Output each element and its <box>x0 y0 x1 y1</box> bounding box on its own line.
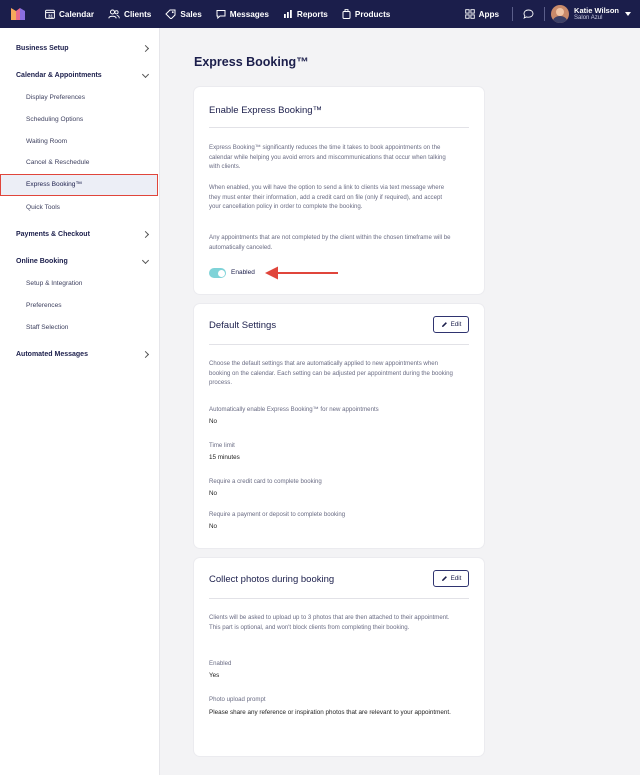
card-title: Enable Express Booking™ <box>209 105 323 116</box>
pencil-icon <box>441 322 447 327</box>
description-text: Choose the default settings that are aut… <box>209 360 453 387</box>
sidebar-item-quick-tools[interactable]: Quick Tools <box>26 204 60 211</box>
nav-divider-2 <box>544 7 546 21</box>
sidebar-item-preferences[interactable]: Preferences <box>26 302 62 309</box>
edit-default-settings-button[interactable]: Edit <box>433 316 469 333</box>
user-info: Katie Wilson Salon Azul <box>574 7 619 21</box>
sidebar-item-automated-messages[interactable]: Automated Messages <box>16 350 150 359</box>
setting-value: No <box>209 418 218 425</box>
reports-icon <box>283 10 292 18</box>
sidebar-item-display-preferences[interactable]: Display Preferences <box>26 94 85 101</box>
apps-grid-icon <box>464 9 475 19</box>
sidebar-item-calendar-appointments[interactable]: Calendar & Appointments <box>16 70 150 79</box>
pencil-icon <box>441 576 447 581</box>
sidebar-item-waiting-room[interactable]: Waiting Room <box>26 138 67 145</box>
nav-messages[interactable]: Messages <box>209 0 276 28</box>
products-icon <box>342 9 351 19</box>
chevron-down-icon <box>141 256 150 264</box>
brand-logo[interactable] <box>4 0 32 28</box>
chevron-right-icon <box>141 44 150 53</box>
nav-products[interactable]: Products <box>335 0 398 28</box>
sidebar-item-label: Calendar & Appointments <box>16 72 102 79</box>
setting-label: Photo upload prompt <box>209 696 266 703</box>
edit-label: Edit <box>450 575 462 582</box>
sidebar-item-express-booking[interactable]: Express Booking™ <box>0 174 158 196</box>
divider <box>209 598 469 599</box>
sidebar-item-scheduling-options[interactable]: Scheduling Options <box>26 116 83 123</box>
setting-value: Please share any reference or inspiratio… <box>209 709 451 716</box>
nav-clients-label: Clients <box>124 9 152 19</box>
sidebar-item-label: Express Booking™ <box>26 181 83 188</box>
salon-name: Salon Azul <box>574 14 603 21</box>
nav-calendar[interactable]: 31 Calendar <box>38 0 101 28</box>
chevron-down-icon <box>141 70 150 78</box>
description-text: When enabled, you will have the option t… <box>209 184 445 211</box>
nav-right-group: Apps Katie Wilson Salon Azul <box>458 0 640 28</box>
nav-divider <box>512 7 514 21</box>
sidebar-item-label: Automated Messages <box>16 351 88 358</box>
nav-apps[interactable]: Apps <box>458 0 506 28</box>
logo-icon <box>11 8 25 20</box>
avatar <box>551 5 570 23</box>
nav-reports[interactable]: Reports <box>276 0 335 28</box>
sidebar-item-setup-integration[interactable]: Setup & Integration <box>26 280 82 287</box>
sidebar-item-staff-selection[interactable]: Staff Selection <box>26 324 68 331</box>
setting-label: Automatically enable Express Booking™ fo… <box>209 406 379 413</box>
toggle-label: Enabled <box>231 269 255 276</box>
setting-value: No <box>209 523 218 530</box>
default-settings-card: Default Settings Edit Choose the default… <box>194 304 484 548</box>
user-menu[interactable]: Katie Wilson Salon Azul <box>551 5 640 23</box>
nav-sales[interactable]: Sales <box>158 0 208 28</box>
edit-collect-photos-button[interactable]: Edit <box>433 570 469 587</box>
nav-products-label: Products <box>354 9 391 19</box>
sales-tag-icon <box>165 9 176 19</box>
nav-calendar-label: Calendar <box>59 9 95 19</box>
setting-label: Enabled <box>209 660 232 667</box>
description-text: Express Booking™ significantly reduces t… <box>209 144 446 171</box>
calendar-icon: 31 <box>45 9 55 19</box>
sidebar-item-online-booking[interactable]: Online Booking <box>16 256 150 265</box>
description-text: Clients will be asked to upload up to 3 … <box>209 614 450 631</box>
setting-value: Yes <box>209 672 220 679</box>
clients-icon <box>108 9 120 19</box>
sidebar-item-payments-checkout[interactable]: Payments & Checkout <box>16 230 150 239</box>
settings-sidebar: Business Setup Calendar & Appointments D… <box>0 28 160 775</box>
sidebar-item-cancel-reschedule[interactable]: Cancel & Reschedule <box>26 159 89 166</box>
chevron-right-icon <box>141 350 150 359</box>
svg-text:31: 31 <box>48 14 54 19</box>
top-nav: 31 Calendar Clients Sales Messages Repor… <box>0 0 640 28</box>
chevron-down-icon <box>625 12 631 16</box>
page-title: Express Booking™ <box>194 55 309 69</box>
setting-value: No <box>209 490 218 497</box>
messages-icon <box>216 10 226 19</box>
edit-label: Edit <box>450 321 462 328</box>
sidebar-item-business-setup[interactable]: Business Setup <box>16 44 150 53</box>
nav-messages-label: Messages <box>229 9 269 19</box>
sidebar-item-label: Payments & Checkout <box>16 231 90 238</box>
nav-apps-label: Apps <box>478 9 500 19</box>
chevron-right-icon <box>141 230 150 239</box>
divider <box>209 127 469 128</box>
card-title: Default Settings <box>209 320 277 331</box>
setting-label: Require a credit card to complete bookin… <box>209 478 322 485</box>
nav-clients[interactable]: Clients <box>101 0 158 28</box>
enable-express-booking-card: Enable Express Booking™ Express Booking™… <box>194 87 484 294</box>
divider <box>209 344 469 345</box>
sidebar-item-label: Online Booking <box>16 258 68 265</box>
setting-label: Require a payment or deposit to complete… <box>209 511 346 518</box>
chat-button[interactable] <box>519 9 538 19</box>
user-name: Katie Wilson <box>574 5 619 15</box>
description-text: Any appointments that are not completed … <box>209 234 451 251</box>
chat-bubble-icon <box>523 9 534 19</box>
nav-sales-label: Sales <box>180 9 202 19</box>
enable-toggle[interactable] <box>209 268 226 278</box>
arrow-left-icon <box>265 266 338 280</box>
card-title: Collect photos during booking <box>209 574 335 585</box>
setting-label: Time limit <box>209 442 235 449</box>
nav-reports-label: Reports <box>296 9 328 19</box>
collect-photos-card: Collect photos during booking Edit Clien… <box>194 558 484 756</box>
sidebar-item-label: Business Setup <box>16 45 69 52</box>
setting-value: 15 minutes <box>209 454 240 461</box>
